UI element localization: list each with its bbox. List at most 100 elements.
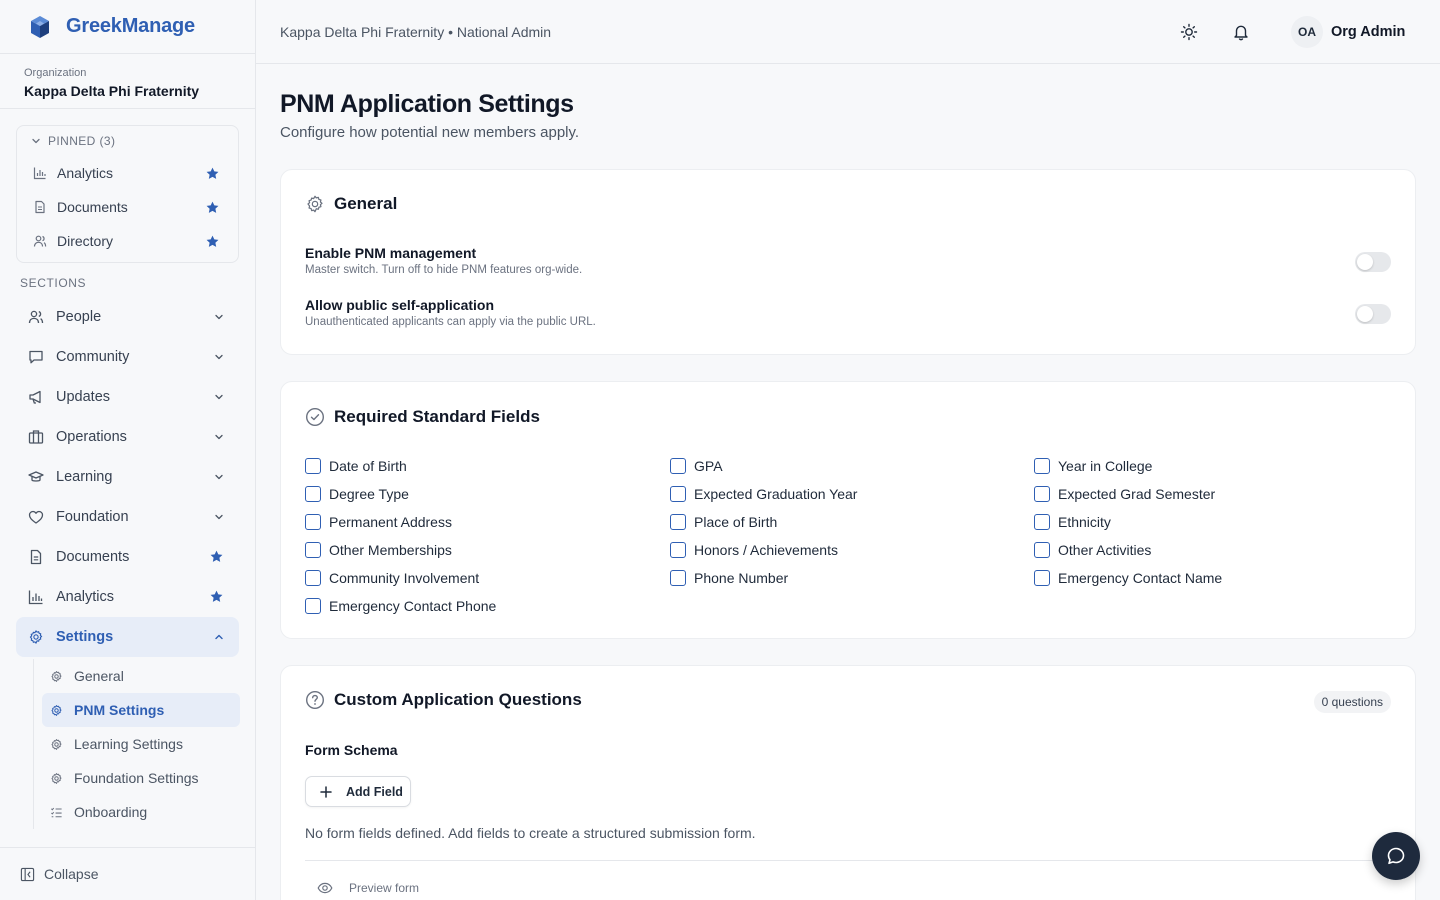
questions-count-badge: 0 questions [1313,691,1391,713]
general-card-title: General [305,194,397,214]
sub-item-foundation-settings[interactable]: Foundation Settings [42,761,240,795]
checkbox[interactable] [305,514,321,530]
checkbox[interactable] [1034,570,1050,586]
sun-icon[interactable] [1180,23,1198,41]
card-title-text: Custom Application Questions [334,690,582,709]
field-label: Honors / Achievements [694,542,838,558]
nav-item-settings[interactable]: Settings [16,617,239,657]
field-other-activities[interactable]: Other Activities [1034,542,1151,558]
brand[interactable]: GreekManage [0,0,255,54]
page-title: PNM Application Settings [280,90,574,118]
checkbox[interactable] [1034,458,1050,474]
sub-item-learning-settings[interactable]: Learning Settings [42,727,240,761]
card-title-text: Required Standard Fields [334,407,540,426]
field-emergency-contact-phone[interactable]: Emergency Contact Phone [305,598,496,614]
field-permanent-address[interactable]: Permanent Address [305,514,452,530]
general-card: General Enable PNM management Master swi… [280,169,1416,355]
nav-item-analytics[interactable]: Analytics [16,577,239,617]
checkbox[interactable] [670,486,686,502]
field-honors-achievements[interactable]: Honors / Achievements [670,542,838,558]
chevron-up-icon [215,634,223,640]
sub-item-label: Learning Settings [74,736,183,752]
toggle-enable-pnm[interactable] [1355,252,1391,272]
star-icon[interactable] [205,234,220,249]
star-icon[interactable] [205,200,220,215]
field-place-of-birth[interactable]: Place of Birth [670,514,777,530]
field-label: Place of Birth [694,514,778,530]
pinned-item-label: Analytics [57,165,114,181]
organization-label: Organization [24,67,87,79]
checkbox[interactable] [305,570,321,586]
field-ethnicity[interactable]: Ethnicity [1034,514,1111,530]
organization-block: Organization Kappa Delta Phi Fraternity [0,54,255,109]
field-label: Ethnicity [1058,514,1111,530]
nav-item-operations[interactable]: Operations [16,417,239,457]
checkbox[interactable] [670,542,686,558]
field-emergency-contact-name[interactable]: Emergency Contact Name [1034,570,1222,586]
setting-public-self-application: Allow public self-application Unauthenti… [305,297,596,328]
pinned-item-analytics[interactable]: Analytics [17,156,238,190]
toggle-knob [1357,306,1373,322]
field-date-of-birth[interactable]: Date of Birth [305,458,407,474]
checkbox[interactable] [1034,486,1050,502]
megaphone-icon [29,390,41,404]
checkbox[interactable] [670,570,686,586]
brand-name: GreekManage [66,15,195,37]
eye-icon [317,882,333,894]
nav-item-community[interactable]: Community [16,337,239,377]
field-community-involvement[interactable]: Community Involvement [305,570,479,586]
people-icon [33,235,47,247]
field-label: Date of Birth [329,458,407,474]
setting-title: Allow public self-application [305,297,495,313]
field-label: Permanent Address [329,514,452,530]
nav-item-learning[interactable]: Learning [16,457,239,497]
checkbox[interactable] [670,458,686,474]
field-expected-graduation-year[interactable]: Expected Graduation Year [670,486,857,502]
gear-icon [307,195,323,213]
checkbox[interactable] [305,598,321,614]
sections-nav: People Community Updates Operations Lear… [16,297,240,829]
checkbox[interactable] [305,542,321,558]
pinned-item-directory[interactable]: Directory [17,224,238,258]
nav-item-updates[interactable]: Updates [16,377,239,417]
toggle-public-self-application[interactable] [1355,304,1391,324]
checkbox[interactable] [1034,542,1050,558]
sub-item-general[interactable]: General [42,659,240,693]
nav-item-label: Foundation [56,509,129,525]
pinned-item-documents[interactable]: Documents [17,190,238,224]
collapse-button[interactable]: Collapse [0,847,255,900]
setting-description: Unauthenticated applicants can apply via… [305,316,596,328]
document-icon [30,549,42,565]
field-label: Other Activities [1058,542,1152,558]
checkbox[interactable] [1034,514,1050,530]
add-field-button[interactable]: Add Field [305,776,411,807]
nav-item-label: Settings [56,629,114,645]
nav-item-foundation[interactable]: Foundation [16,497,239,537]
checkbox[interactable] [670,514,686,530]
pinned-header-label: PINNED (3) [48,134,116,148]
chat-button[interactable] [1372,832,1420,880]
field-gpa[interactable]: GPA [670,458,723,474]
checkbox[interactable] [305,486,321,502]
heart-icon [28,510,44,524]
preview-form-toggle[interactable]: Preview form [317,880,419,896]
user-name[interactable]: Org Admin [1331,24,1405,40]
bell-icon[interactable] [1232,23,1250,41]
pinned-header[interactable]: PINNED (3) [17,126,238,156]
sub-item-onboarding[interactable]: Onboarding [42,795,240,829]
star-icon[interactable] [209,549,224,564]
checkbox[interactable] [305,458,321,474]
chevron-down-icon [215,514,223,520]
star-icon[interactable] [209,589,224,604]
sub-item-pnm-settings[interactable]: PNM Settings [42,693,240,727]
nav-item-people[interactable]: People [16,297,239,337]
star-icon[interactable] [205,166,220,181]
avatar[interactable]: OA [1291,16,1323,48]
field-degree-type[interactable]: Degree Type [305,486,409,502]
field-expected-grad-semester[interactable]: Expected Grad Semester [1034,486,1215,502]
chevron-down-icon [215,434,223,440]
field-year-in-college[interactable]: Year in College [1034,458,1152,474]
field-phone-number[interactable]: Phone Number [670,570,788,586]
nav-item-documents[interactable]: Documents [16,537,239,577]
field-other-memberships[interactable]: Other Memberships [305,542,452,558]
